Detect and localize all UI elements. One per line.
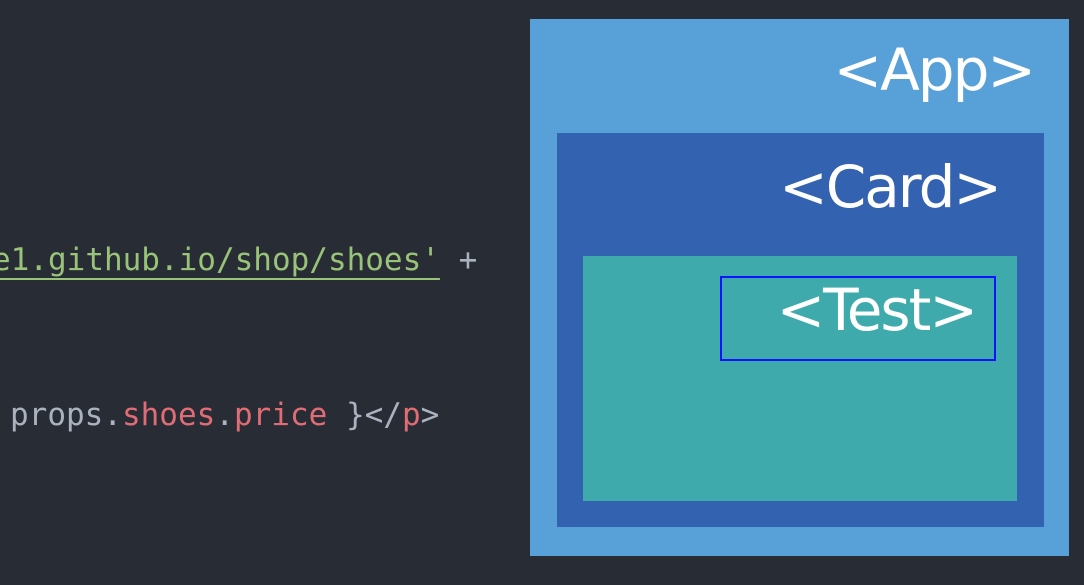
url-string: e1.github.io/shop/shoes' [0,242,440,278]
closing-tag-close: > [420,397,440,433]
props-prefix: props. [10,397,122,433]
close-brace: } [327,397,365,433]
code-line-price: props.shoes.price }</p> [10,395,439,435]
test-label-highlight [720,276,996,361]
plus-operator: + [439,242,478,278]
closing-tag-name: p [401,397,421,433]
closing-tag-open: </ [364,397,402,433]
code-line-image-url: e1.github.io/shop/shoes' + [0,240,477,280]
app-component-label: <App> [833,36,1036,104]
card-component-label: <Card> [779,153,1002,221]
price-property: price [233,397,328,433]
dot-separator: . [215,397,234,433]
shoes-property: shoes [121,397,216,433]
